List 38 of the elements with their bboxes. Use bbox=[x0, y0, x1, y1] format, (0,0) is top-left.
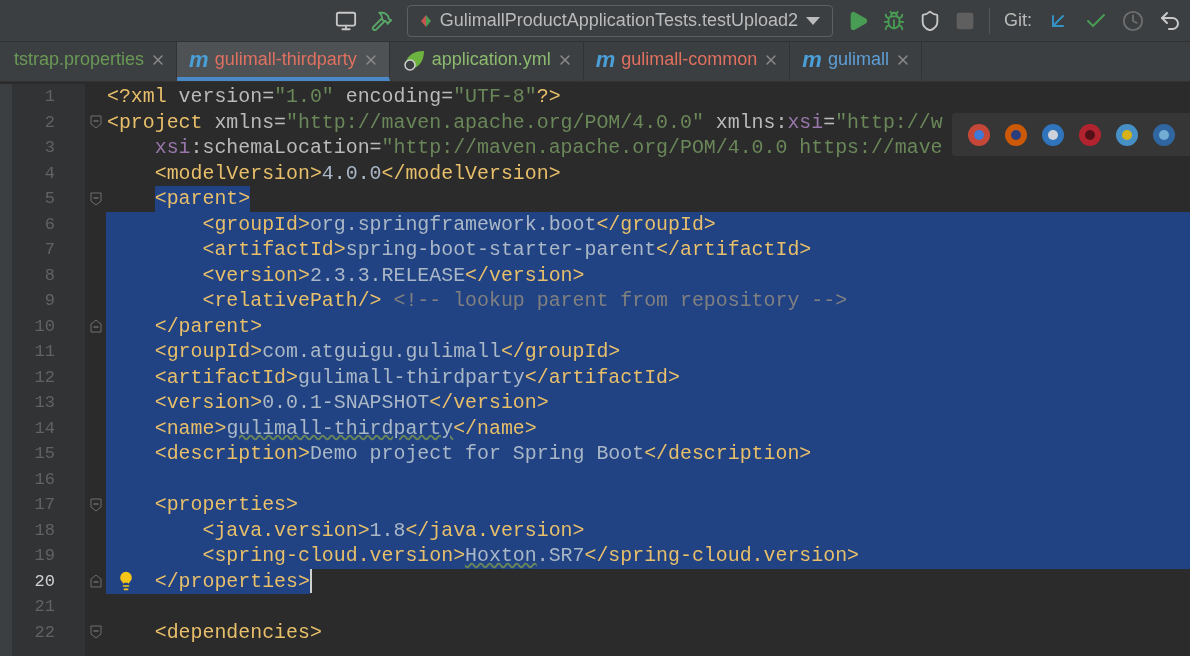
coverage-icon[interactable] bbox=[919, 9, 941, 32]
run-config-dropdown[interactable]: GulimallProductApplicationTests.testUpload2 bbox=[406, 4, 833, 37]
debug-icon[interactable] bbox=[883, 9, 905, 32]
git-label: Git: bbox=[1004, 9, 1032, 32]
caret-icon bbox=[806, 16, 820, 25]
config-icon bbox=[419, 13, 432, 28]
maven-icon: m bbox=[595, 48, 616, 71]
fold-icon[interactable] bbox=[89, 191, 102, 206]
editor-tab[interactable]: m gulimall-thirdparty bbox=[177, 42, 390, 81]
stop-icon[interactable] bbox=[955, 10, 975, 31]
maven-icon: m bbox=[189, 48, 209, 71]
line-number: 20 bbox=[34, 570, 55, 593]
hammer-icon[interactable] bbox=[370, 9, 393, 32]
editor-tab[interactable]: application.yml bbox=[389, 42, 584, 81]
code-line: <dependencies> bbox=[153, 619, 322, 645]
browser-icon[interactable] bbox=[1150, 121, 1177, 148]
tab-label: application.yml bbox=[431, 48, 551, 71]
editor-tab[interactable]: m gulimall-common bbox=[583, 42, 791, 81]
history-icon[interactable] bbox=[1122, 9, 1144, 32]
code-line: xsi:schemaLocation="http://maven.apache.org/POM/4.0.0 https://mave bbox=[153, 135, 943, 161]
tab-label: tstrap.properties bbox=[14, 48, 145, 71]
run-config-label: GulimallProductApplicationTests.testUpload2 bbox=[439, 9, 798, 32]
fold-icon[interactable] bbox=[89, 319, 102, 334]
maven-icon: m bbox=[802, 48, 822, 71]
browser-icon[interactable] bbox=[1039, 121, 1066, 148]
editor-tab[interactable]: m gulimall bbox=[790, 42, 922, 81]
fold-icon[interactable] bbox=[89, 574, 102, 589]
browser-icon[interactable] bbox=[1113, 121, 1140, 148]
terminal-icon[interactable] bbox=[334, 9, 357, 32]
fold-icon[interactable] bbox=[89, 115, 102, 130]
code-line: <project xmlns="http://maven.apache.org/POM/4.0.0" xmlns:xsi="http://w bbox=[106, 109, 943, 135]
tab-label: gulimall bbox=[827, 48, 889, 71]
code-line: <modelVersion>4.0.0</modelVersion> bbox=[153, 160, 561, 186]
code-line: <?xml version="1.0" encoding="UTF-8"?> bbox=[106, 84, 561, 110]
tab-label: gulimall-common bbox=[621, 48, 758, 71]
fold-icon[interactable] bbox=[89, 625, 102, 640]
tab-label: gulimall-thirdparty bbox=[214, 48, 357, 71]
fold-icon[interactable] bbox=[89, 497, 102, 512]
